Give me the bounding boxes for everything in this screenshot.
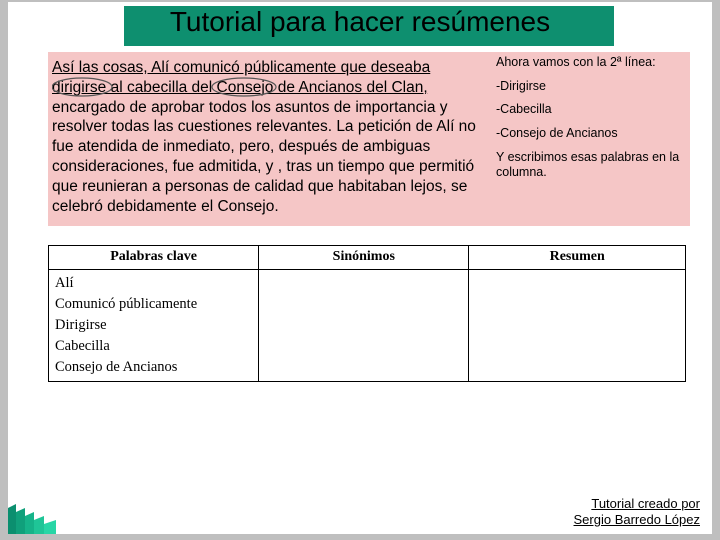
side-notes: Ahora vamos con la 2ª línea: -Dirigirse … (496, 55, 686, 189)
side-item: -Consejo de Ancianos (496, 126, 686, 142)
keyword-item: Cabecilla (55, 336, 252, 357)
side-note: Y escribimos esas palabras en la columna… (496, 150, 686, 181)
table-header: Palabras clave (49, 246, 259, 270)
footer-line2: Sergio Barredo López (574, 512, 700, 527)
side-item: -Cabecilla (496, 102, 686, 118)
keyword-item: Alí (55, 273, 252, 294)
footer-credit: Tutorial creado por Sergio Barredo López (574, 496, 700, 529)
footer-line1: Tutorial creado por (591, 496, 700, 511)
synonyms-cell (259, 270, 469, 382)
page: Tutorial para hacer resúmenes Así las co… (8, 2, 712, 534)
summary-cell (469, 270, 686, 382)
keyword-item: Consejo de Ancianos (55, 357, 252, 378)
corner-decoration (8, 490, 56, 534)
table-header-row: Palabras clave Sinónimos Resumen (49, 246, 686, 270)
table-header: Resumen (469, 246, 686, 270)
keywords-table: Palabras clave Sinónimos Resumen Alí Com… (48, 245, 686, 382)
keyword-item: Comunicó públicamente (55, 294, 252, 315)
keywords-cell: Alí Comunicó públicamente Dirigirse Cabe… (49, 270, 259, 382)
table-row: Alí Comunicó públicamente Dirigirse Cabe… (49, 270, 686, 382)
side-intro: Ahora vamos con la 2ª línea: (496, 55, 686, 71)
main-paragraph: Así las cosas, Alí comunicó públicamente… (52, 58, 482, 217)
table-header: Sinónimos (259, 246, 469, 270)
keyword-item: Dirigirse (55, 315, 252, 336)
side-item: -Dirigirse (496, 79, 686, 95)
page-title: Tutorial para hacer resúmenes (8, 6, 712, 38)
